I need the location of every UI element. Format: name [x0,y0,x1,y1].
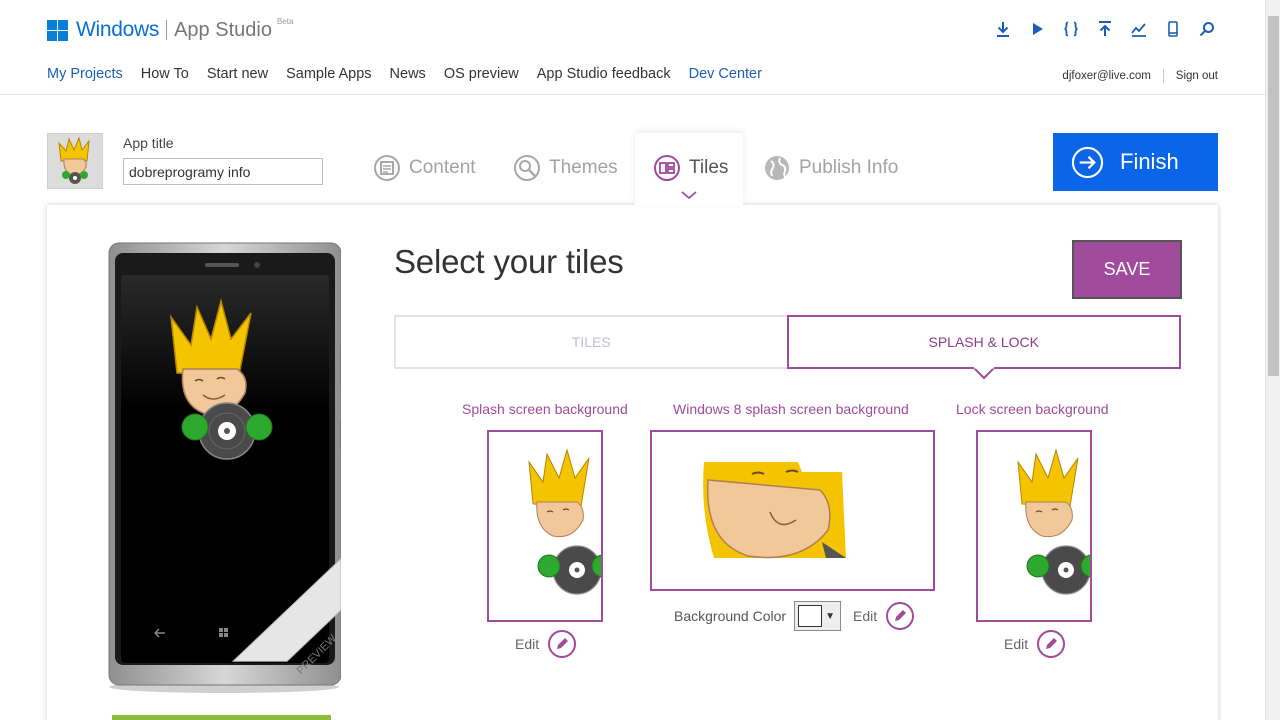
nav-news[interactable]: News [390,66,426,82]
download-icon[interactable] [992,18,1014,40]
tab-caret-icon [972,367,995,379]
app-title-label: App title [123,135,174,151]
lock-mascot-image [1017,448,1090,595]
user-divider [1162,69,1164,83]
content-icon [374,155,400,181]
nav-my-projects[interactable]: My Projects [47,66,123,82]
lock-edit-label: Edit [1004,636,1029,652]
pencil-icon[interactable] [547,629,577,659]
step-content[interactable]: Content [363,133,499,205]
upload-icon[interactable] [1094,18,1116,40]
step-tiles-label: Tiles [689,157,729,178]
step-content-label: Content [409,157,476,178]
chart-icon[interactable] [1128,18,1150,40]
sign-out-link[interactable]: Sign out [1176,70,1218,82]
user-email: djfoxer@live.com [1062,70,1151,82]
top-toolbar [992,18,1218,40]
arrow-right-circle-icon [1071,146,1104,178]
tiles-icon [654,155,680,181]
win8-splash-image[interactable] [650,430,935,591]
search-icon[interactable] [1196,18,1218,40]
background-color-label: Background Color [674,608,787,624]
beta-badge: Beta [276,16,294,26]
windows-flag-icon [47,19,68,41]
nav-start-new[interactable]: Start new [207,66,268,82]
win8-edit-label: Edit [853,608,878,624]
scrollbar-thumb[interactable] [1268,16,1279,376]
globe-icon [765,156,789,180]
logo-windows-text: Windows [76,18,160,41]
nav-sample-apps[interactable]: Sample Apps [286,66,371,82]
color-swatch [798,605,823,627]
preview-action-bar[interactable] [112,715,331,720]
save-button[interactable]: SAVE [1072,240,1182,299]
tiles-panel: PREVIEW Select your tiles SAVE TILES SPL… [47,205,1218,720]
user-area: djfoxer@live.com Sign out [1062,69,1218,83]
splash-edit-label: Edit [515,636,540,652]
step-publish-info[interactable]: Publish Info [743,133,903,205]
lock-screen-label: Lock screen background [956,401,1109,417]
step-themes-label: Themes [549,157,618,178]
splash-screen-image[interactable] [487,430,603,622]
section-heading: Select your tiles [394,243,624,280]
logo-studio-text: App Studio [174,18,272,41]
pencil-icon[interactable] [1036,629,1066,659]
splash-screen-label: Splash screen background [462,401,628,417]
background-color-control: Background Color ▼ [674,601,842,631]
nav-dev-center[interactable]: Dev Center [689,66,762,82]
page-scrollbar[interactable] [1265,0,1280,720]
play-icon[interactable] [1026,18,1048,40]
tile-tabs: TILES SPLASH & LOCK [394,315,1181,379]
phone-icon[interactable] [1162,18,1184,40]
themes-icon [514,155,540,181]
finish-label: Finish [1120,149,1179,174]
app-icon[interactable] [47,133,103,189]
nav-how-to[interactable]: How To [141,66,189,82]
app-mascot-image [58,137,90,184]
lock-edit[interactable]: Edit [1004,629,1066,659]
splash-mascot-image [528,448,601,595]
nav-os-preview[interactable]: OS preview [444,66,519,82]
win8-mascot-image [703,462,846,559]
splash-edit[interactable]: Edit [515,629,577,659]
step-themes[interactable]: Themes [499,133,635,205]
active-step-caret-icon [681,191,697,199]
tab-splash-lock-label: SPLASH & LOCK [928,334,1040,350]
step-publish-info-label: Publish Info [799,157,899,178]
app-title-input[interactable] [123,158,323,185]
logo-separator [166,20,168,40]
step-tiles[interactable]: Tiles [635,133,743,205]
lock-screen-image[interactable] [976,430,1092,622]
pencil-icon[interactable] [885,601,915,631]
main-nav: My Projects How To Start new Sample Apps… [47,66,762,82]
phone-preview: PREVIEW [108,242,341,693]
finish-button[interactable]: Finish [1053,133,1218,191]
win8-edit[interactable]: Edit [853,601,915,631]
dropdown-arrow-icon: ▼ [825,610,835,622]
windows-app-studio-logo[interactable]: Windows App Studio Beta [47,16,294,42]
header-divider [0,94,1265,95]
wizard-steps: Content Themes Tiles Publish Info [363,133,903,205]
background-color-picker[interactable]: ▼ [794,601,842,631]
tab-tiles[interactable]: TILES [394,315,787,369]
braces-icon[interactable] [1060,18,1082,40]
tab-splash-lock[interactable]: SPLASH & LOCK [786,315,1181,379]
win8-splash-label: Windows 8 splash screen background [673,401,909,417]
nav-app-studio-feedback[interactable]: App Studio feedback [537,66,671,82]
